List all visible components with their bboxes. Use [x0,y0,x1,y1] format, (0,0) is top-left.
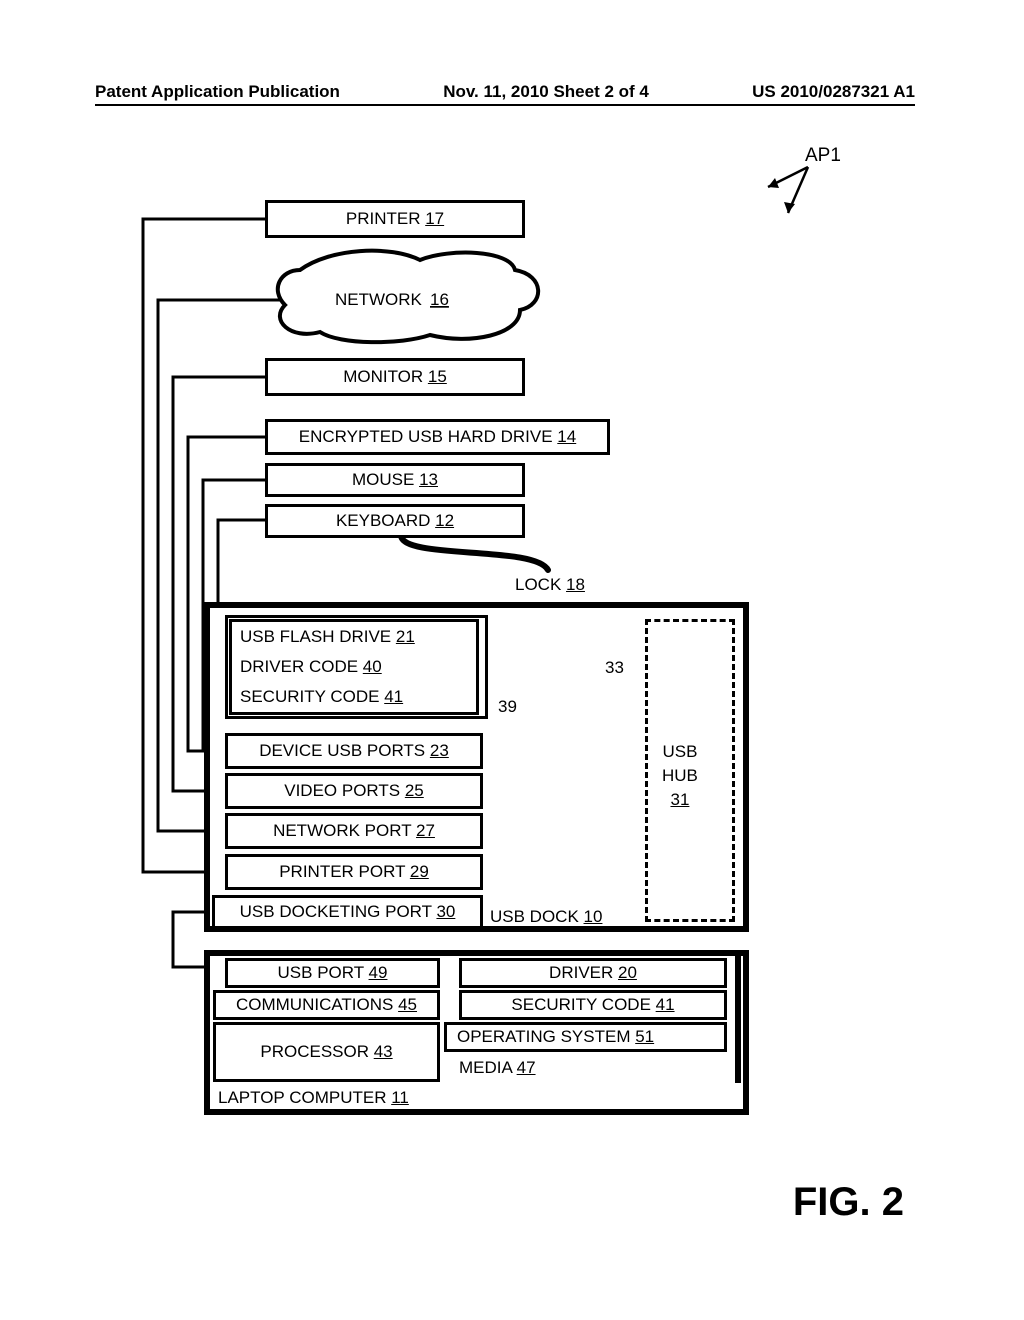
network-port-num: 27 [416,821,435,840]
video-ports-box: VIDEO PORTS 25 [225,773,483,809]
printer-port-name: PRINTER PORT [279,862,410,881]
usb-hub-label: USB HUB 31 [662,740,698,811]
mouse-name: MOUSE [352,470,419,489]
docking-port-box: USB DOCKETING PORT 30 [212,895,483,929]
laptop-os: OPERATING SYSTEM 51 [444,1022,727,1052]
laptop-comms-num: 45 [398,995,417,1014]
usb-dock-num: 10 [584,907,603,926]
printer-port-num: 29 [410,862,429,881]
encrypted-num: 14 [557,427,576,446]
ref-39: 39 [498,697,517,717]
svg-text:NETWORK: NETWORK [335,290,423,309]
laptop-sec-name: SECURITY CODE [511,995,655,1014]
network-port-name: NETWORK PORT [273,821,416,840]
laptop-sec-num: 41 [656,995,675,1014]
flash-security-name: SECURITY CODE [240,687,384,706]
docking-port-num: 30 [436,902,455,921]
monitor-name: MONITOR [343,367,428,386]
lock-num: 18 [566,575,585,594]
laptop-media-num: 47 [517,1058,536,1077]
ref-33: 33 [605,658,624,678]
lock-label: LOCK 18 [515,575,585,595]
laptop-title-name: LAPTOP COMPUTER [218,1088,391,1107]
usb-dock-label: USB DOCK 10 [490,907,602,927]
usb-hub-line1: USB [662,740,698,764]
docking-port-name: USB DOCKETING PORT [240,902,437,921]
keyboard-box: KEYBOARD 12 [265,504,525,538]
video-ports-num: 25 [405,781,424,800]
laptop-media: MEDIA 47 [459,1058,536,1078]
laptop-title-num: 11 [391,1088,409,1107]
video-ports-name: VIDEO PORTS [284,781,405,800]
laptop-driver-num: 20 [618,963,637,982]
mouse-box: MOUSE 13 [265,463,525,497]
laptop-comms: COMMUNICATIONS 45 [213,990,440,1020]
usb-hub-num: 31 [662,788,698,812]
flash-inner: USB FLASH DRIVE 21 DRIVER CODE 40 SECURI… [229,619,479,715]
laptop-usb-port: USB PORT 49 [225,958,440,988]
laptop-usb-port-name: USB PORT [278,963,369,982]
encrypted-name: ENCRYPTED USB HARD DRIVE [299,427,558,446]
laptop-os-num: 51 [635,1027,654,1046]
laptop-driver: DRIVER 20 [459,958,727,988]
mouse-num: 13 [419,470,438,489]
flash-driver-num: 40 [363,657,382,676]
flash-title-name: USB FLASH DRIVE [240,627,396,646]
monitor-num: 15 [428,367,447,386]
keyboard-num: 12 [435,511,454,530]
svg-text:16: 16 [430,290,449,309]
laptop-driver-name: DRIVER [549,963,618,982]
device-ports-box: DEVICE USB PORTS 23 [225,733,483,769]
laptop-media-name: MEDIA [459,1058,517,1077]
laptop-os-name: OPERATING SYSTEM [457,1027,635,1046]
device-ports-num: 23 [430,741,449,760]
laptop-comms-name: COMMUNICATIONS [236,995,398,1014]
flash-title-num: 21 [396,627,415,646]
laptop-sec: SECURITY CODE 41 [459,990,727,1020]
flash-driver-name: DRIVER CODE [240,657,363,676]
figure-label: FIG. 2 [793,1180,904,1225]
encrypted-hd-box: ENCRYPTED USB HARD DRIVE 14 [265,419,610,455]
laptop-usb-port-num: 49 [369,963,388,982]
laptop-title: LAPTOP COMPUTER 11 [218,1088,409,1108]
lock-name: LOCK [515,575,566,594]
printer-box: PRINTER 17 [265,200,525,238]
flash-security-num: 41 [384,687,403,706]
usb-hub-line2: HUB [662,764,698,788]
laptop-proc: PROCESSOR 43 [213,1022,440,1082]
printer-num: 17 [425,209,444,228]
monitor-box: MONITOR 15 [265,358,525,396]
printer-name: PRINTER [346,209,425,228]
laptop-proc-name: PROCESSOR [260,1042,373,1061]
laptop-right-accent [735,956,741,1083]
device-ports-name: DEVICE USB PORTS [259,741,430,760]
laptop-proc-num: 43 [374,1042,393,1061]
usb-dock-name: USB DOCK [490,907,584,926]
network-port-box: NETWORK PORT 27 [225,813,483,849]
printer-port-box: PRINTER PORT 29 [225,854,483,890]
keyboard-name: KEYBOARD [336,511,435,530]
